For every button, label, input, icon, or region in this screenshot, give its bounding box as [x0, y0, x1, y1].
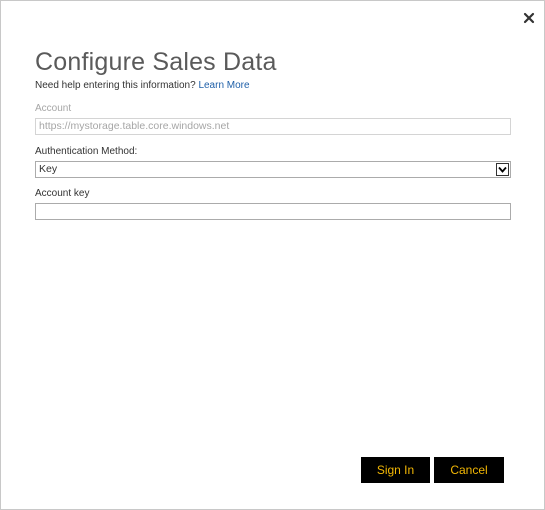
chevron-down-icon[interactable] [496, 163, 509, 176]
account-key-label: Account key [35, 188, 90, 199]
account-label: Account [35, 103, 72, 114]
cancel-button[interactable]: Cancel [434, 457, 504, 483]
dialog-title: Configure Sales Data [35, 48, 277, 76]
account-field[interactable]: https://mystorage.table.core.windows.net [35, 118, 511, 135]
help-text: Need help entering this information? [35, 80, 196, 91]
configure-dialog: Configure Sales Data Need help entering … [0, 0, 545, 510]
auth-method-value: Key [39, 163, 58, 175]
close-icon[interactable] [520, 9, 538, 27]
account-key-field[interactable] [35, 203, 511, 220]
auth-method-select[interactable]: Key [35, 161, 511, 178]
sign-in-button[interactable]: Sign In [361, 457, 430, 483]
learn-more-link[interactable]: Learn More [198, 80, 249, 91]
help-line: Need help entering this information? Lea… [35, 79, 250, 92]
auth-method-label: Authentication Method: [35, 146, 138, 157]
account-placeholder: https://mystorage.table.core.windows.net [39, 120, 230, 132]
